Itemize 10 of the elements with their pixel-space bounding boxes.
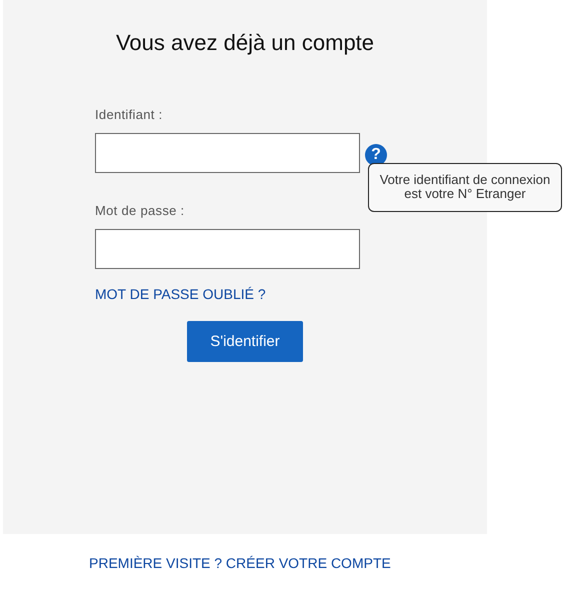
forgot-password-link[interactable]: MOT DE PASSE OUBLIÉ ?	[95, 286, 266, 302]
help-icon[interactable]: ?	[365, 144, 387, 166]
input-field[interactable]	[95, 229, 360, 269]
form-title: Vous avez déjà un compte	[114, 29, 376, 57]
tooltip: Votre identifiant de connexion est votre N° Etranger	[368, 163, 562, 212]
login-button[interactable]: S'identifier	[187, 321, 303, 362]
input-field[interactable]	[95, 133, 360, 173]
field-label: Mot de passe :	[95, 203, 186, 219]
create-account-link[interactable]: PREMIÈRE VISITE ? CRÉER VOTRE COMPTE	[89, 555, 391, 571]
field-label: Identifiant :	[95, 107, 164, 123]
